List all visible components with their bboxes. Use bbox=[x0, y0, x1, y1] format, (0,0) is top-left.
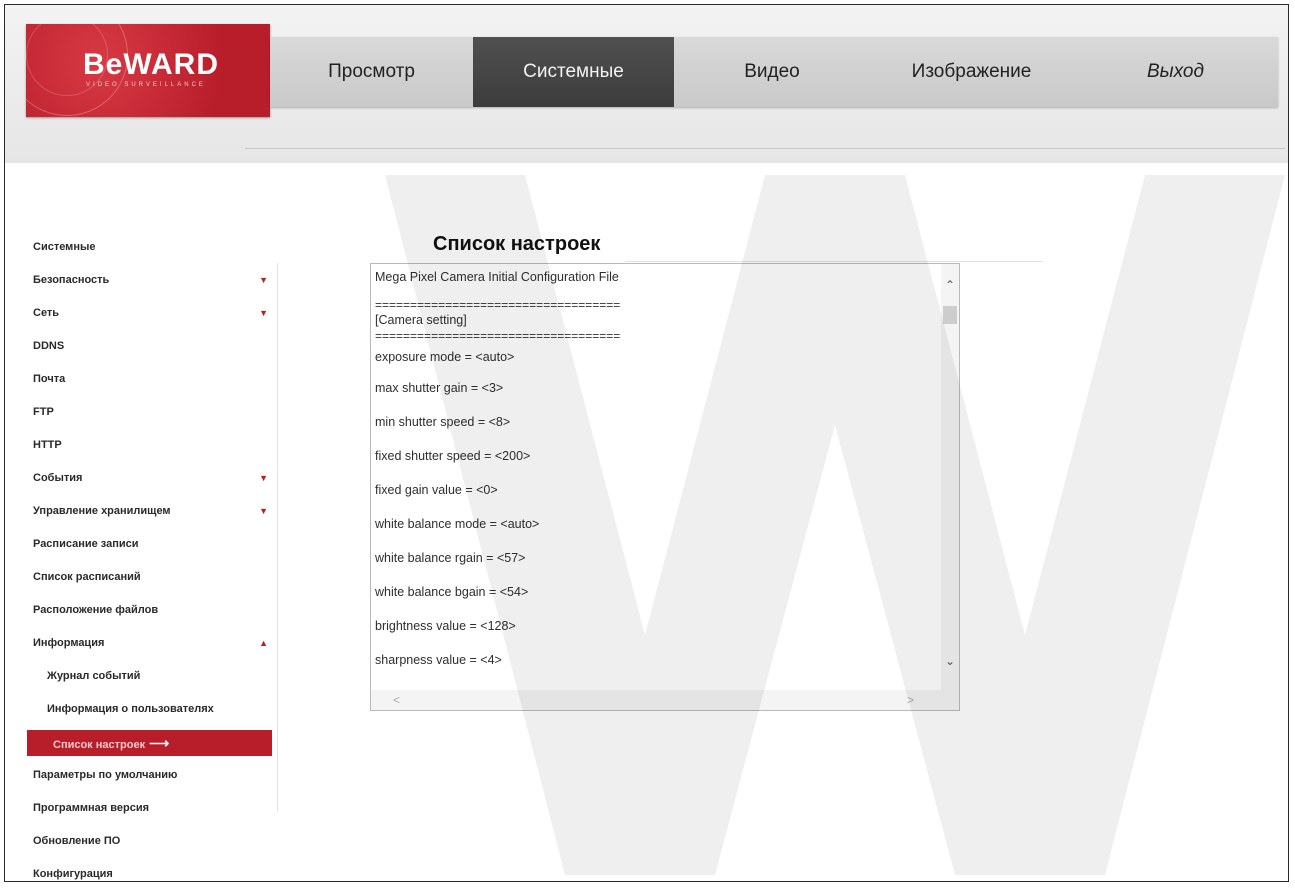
config-line: brightness value = <128> bbox=[375, 619, 516, 633]
nav-tab-video[interactable]: Видео bbox=[674, 37, 870, 107]
beward-logo[interactable]: BeWARD VIDEO SURVEILLANCE bbox=[26, 24, 270, 117]
config-line: sharpness value = <4> bbox=[375, 653, 502, 667]
config-text: Mega Pixel Camera Initial Configuration … bbox=[375, 264, 935, 677]
sidebar-item-file-location[interactable]: Расположение файлов bbox=[27, 594, 272, 627]
config-separator: =================================== bbox=[375, 329, 621, 343]
scroll-up-icon[interactable]: ⌃ bbox=[941, 276, 959, 294]
config-separator: =================================== bbox=[375, 298, 621, 312]
top-navigation: Просмотр Системные Видео Изображение Вых… bbox=[270, 37, 1278, 107]
sidebar-item-settings-list[interactable]: Список настроек ⟶ bbox=[27, 730, 272, 756]
scroll-left-icon[interactable]: < bbox=[393, 690, 400, 710]
config-file-title: Mega Pixel Camera Initial Configuration … bbox=[375, 270, 619, 284]
config-line: fixed gain value = <0> bbox=[375, 483, 498, 497]
sidebar-menu: Системные Безопасность ▼ Сеть ▼ DDNS Почта… bbox=[27, 231, 272, 881]
sidebar-item-label: DDNS bbox=[33, 340, 65, 352]
sidebar-item-label: Список расписаний bbox=[33, 571, 141, 583]
sidebar-item-system[interactable]: Системные bbox=[27, 231, 272, 264]
page-title: Список настроек bbox=[433, 233, 601, 255]
horizontal-scrollbar[interactable]: < > bbox=[371, 690, 959, 710]
scroll-right-icon[interactable]: > bbox=[907, 690, 914, 710]
config-line: max shutter gain = <3> bbox=[375, 381, 504, 395]
sidebar-item-network[interactable]: Сеть ▼ bbox=[27, 297, 272, 330]
sidebar-item-label: Безопасность bbox=[33, 274, 110, 286]
logo-text: BeWARD bbox=[83, 48, 220, 81]
nav-tab-image[interactable]: Изображение bbox=[870, 37, 1073, 107]
sidebar-item-label: Сеть bbox=[33, 307, 60, 319]
sidebar-item-label: Информация о пользователях bbox=[47, 703, 214, 715]
sidebar-item-storage[interactable]: Управление хранилищем ▼ bbox=[27, 495, 272, 528]
sidebar-item-label: Почта bbox=[33, 373, 66, 385]
scroll-thumb[interactable] bbox=[943, 306, 957, 324]
sidebar-item-mail[interactable]: Почта bbox=[27, 363, 272, 396]
sidebar-item-security[interactable]: Безопасность ▼ bbox=[27, 264, 272, 297]
sidebar-item-label: Список настроек bbox=[53, 739, 146, 751]
sidebar-item-label: HTTP bbox=[33, 439, 62, 451]
sidebar-item-ddns[interactable]: DDNS bbox=[27, 330, 272, 363]
sidebar-item-label: Расписание записи bbox=[33, 538, 139, 550]
sidebar-item-record-schedule[interactable]: Расписание записи bbox=[27, 528, 272, 561]
expand-arrow-icon[interactable]: ▼ bbox=[259, 495, 268, 528]
config-line: exposure mode = <auto> bbox=[375, 350, 515, 364]
sidebar-item-label: Журнал событий bbox=[47, 670, 141, 682]
sidebar-item-configuration[interactable]: Конфигурация bbox=[27, 858, 272, 881]
sidebar-item-user-info[interactable]: Информация о пользователях bbox=[27, 693, 272, 726]
sidebar-item-label: События bbox=[33, 472, 83, 484]
sidebar-item-http[interactable]: HTTP bbox=[27, 429, 272, 462]
sidebar-item-schedule-list[interactable]: Список расписаний bbox=[27, 561, 272, 594]
sidebar-item-label: Расположение файлов bbox=[33, 604, 159, 616]
sidebar-item-firmware-version[interactable]: Программная версия bbox=[27, 792, 272, 825]
sidebar-item-defaults[interactable]: Параметры по умолчанию bbox=[27, 759, 272, 792]
nav-tab-system[interactable]: Системные bbox=[473, 37, 674, 107]
expand-arrow-icon[interactable]: ▼ bbox=[259, 297, 268, 330]
config-line: fixed shutter speed = <200> bbox=[375, 449, 531, 463]
config-line: white balance rgain = <57> bbox=[375, 551, 526, 565]
sidebar-item-information[interactable]: Информация ▲ bbox=[27, 627, 272, 660]
sidebar-item-update[interactable]: Обновление ПО bbox=[27, 825, 272, 858]
scroll-down-icon[interactable]: ⌄ bbox=[941, 652, 959, 670]
expand-arrow-icon[interactable]: ▼ bbox=[259, 462, 268, 495]
config-section: [Camera setting] bbox=[375, 313, 467, 327]
sidebar-item-label: FTP bbox=[33, 406, 54, 418]
sidebar-item-label: Обновление ПО bbox=[33, 835, 121, 847]
sidebar-item-label: Информация bbox=[33, 637, 105, 649]
expand-arrow-icon[interactable]: ▼ bbox=[259, 264, 268, 297]
sidebar-item-label: Параметры по умолчанию bbox=[33, 769, 178, 781]
config-line: white balance bgain = <54> bbox=[375, 585, 529, 599]
arrow-right-icon: ⟶ bbox=[149, 735, 170, 751]
nav-tab-view[interactable]: Просмотр bbox=[270, 37, 473, 107]
collapse-arrow-icon[interactable]: ▲ bbox=[259, 627, 268, 660]
sidebar-divider bbox=[277, 263, 278, 811]
page-frame: BeWARD VIDEO SURVEILLANCE Просмотр Систе… bbox=[4, 4, 1289, 882]
sidebar-item-events[interactable]: События ▼ bbox=[27, 462, 272, 495]
title-rule bbox=[625, 261, 1043, 262]
config-textarea[interactable]: Mega Pixel Camera Initial Configuration … bbox=[370, 263, 960, 711]
sidebar-item-label: Конфигурация bbox=[33, 868, 113, 880]
config-line: min shutter speed = <8> bbox=[375, 415, 511, 429]
nav-tab-logout[interactable]: Выход bbox=[1073, 37, 1278, 107]
logo-subtitle: VIDEO SURVEILLANCE bbox=[86, 82, 206, 88]
sidebar-item-label: Программная версия bbox=[33, 802, 150, 814]
vertical-scrollbar[interactable]: ⌃ ⌄ bbox=[941, 264, 959, 692]
sidebar-item-label: Системные bbox=[33, 241, 96, 253]
header-divider bbox=[245, 148, 1285, 149]
sidebar-item-ftp[interactable]: FTP bbox=[27, 396, 272, 429]
sidebar-item-label: Управление хранилищем bbox=[33, 505, 171, 517]
sidebar-item-event-log[interactable]: Журнал событий bbox=[27, 660, 272, 693]
config-line: white balance mode = <auto> bbox=[375, 517, 540, 531]
